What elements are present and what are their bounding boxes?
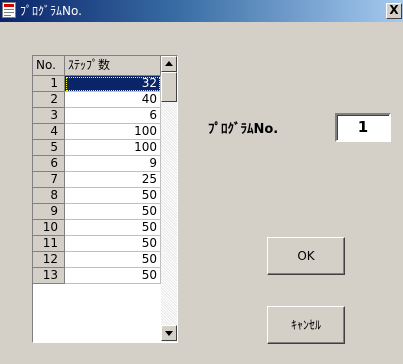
row-number-cell[interactable]: 5 — [33, 140, 65, 156]
step-count-cell[interactable]: 50 — [65, 252, 161, 268]
table-row[interactable]: 2 40 — [33, 92, 161, 108]
step-count-cell[interactable]: 6 — [65, 108, 161, 124]
table-row[interactable]: 5 100 — [33, 140, 161, 156]
table-row[interactable]: 1 32 — [33, 76, 161, 92]
table-row[interactable]: 12 50 — [33, 252, 161, 268]
grid-body: No. ｽﾃｯﾌﾟ数 1 32 2 40 3 6 4 100 5 100 6 9 7 25 8 50 9 50 10… — [33, 56, 161, 342]
column-header-no[interactable]: No. — [33, 56, 65, 76]
table-row[interactable]: 8 50 — [33, 188, 161, 204]
close-icon: X — [389, 3, 399, 17]
step-count-cell[interactable]: 50 — [65, 204, 161, 220]
step-count-cell[interactable]: 50 — [65, 220, 161, 236]
program-dialog: ﾌﾟﾛｸﾞﾗﾑNo. X No. ｽﾃｯﾌﾟ数 1 32 2 40 3 6 4 100 5 100… — [0, 0, 403, 364]
grid-header: No. ｽﾃｯﾌﾟ数 — [33, 56, 161, 76]
step-count-cell[interactable]: 50 — [65, 188, 161, 204]
table-row[interactable]: 4 100 — [33, 124, 161, 140]
ok-button[interactable]: OK — [267, 237, 345, 275]
grid-rows: 1 32 2 40 3 6 4 100 5 100 6 9 7 25 8 50 9 50 10 50 11 50 12 50 1… — [33, 76, 161, 284]
vertical-scrollbar[interactable] — [161, 56, 177, 342]
table-row[interactable]: 7 25 — [33, 172, 161, 188]
step-count-grid[interactable]: No. ｽﾃｯﾌﾟ数 1 32 2 40 3 6 4 100 5 100 6 9 7 25 8 50 9 50 10… — [32, 55, 178, 343]
column-header-steps[interactable]: ｽﾃｯﾌﾟ数 — [65, 56, 161, 76]
row-number-cell[interactable]: 2 — [33, 92, 65, 108]
step-count-cell[interactable]: 100 — [65, 124, 161, 140]
row-number-cell[interactable]: 8 — [33, 188, 65, 204]
table-row[interactable]: 11 50 — [33, 236, 161, 252]
row-number-cell[interactable]: 1 — [33, 76, 65, 92]
row-number-cell[interactable]: 4 — [33, 124, 65, 140]
scroll-thumb[interactable] — [161, 72, 177, 102]
table-row[interactable]: 9 50 — [33, 204, 161, 220]
row-number-cell[interactable]: 3 — [33, 108, 65, 124]
step-count-cell[interactable]: 25 — [65, 172, 161, 188]
step-count-cell[interactable]: 50 — [65, 236, 161, 252]
table-row[interactable]: 69 — [33, 156, 161, 172]
table-row[interactable]: 13 50 — [33, 268, 161, 284]
app-icon — [2, 2, 16, 18]
row-number-cell[interactable]: 11 — [33, 236, 65, 252]
table-row[interactable]: 10 50 — [33, 220, 161, 236]
row-number-cell[interactable]: 13 — [33, 268, 65, 284]
step-count-cell[interactable]: 32 — [65, 76, 161, 92]
row-number-cell[interactable]: 12 — [33, 252, 65, 268]
row-number-cell[interactable]: 9 — [33, 204, 65, 220]
close-button[interactable]: X — [386, 3, 402, 19]
window-title: ﾌﾟﾛｸﾞﾗﾑNo. — [20, 4, 82, 18]
step-count-cell[interactable]: 50 — [65, 268, 161, 284]
table-row[interactable]: 36 — [33, 108, 161, 124]
program-number-field[interactable]: 1 — [335, 113, 391, 142]
row-number-cell[interactable]: 6 — [33, 156, 65, 172]
step-count-cell[interactable]: 100 — [65, 140, 161, 156]
title-bar[interactable]: ﾌﾟﾛｸﾞﾗﾑNo. X — [0, 0, 403, 22]
row-number-cell[interactable]: 10 — [33, 220, 65, 236]
step-count-cell[interactable]: 9 — [65, 156, 161, 172]
scroll-down-button[interactable] — [161, 325, 177, 341]
step-count-cell[interactable]: 40 — [65, 92, 161, 108]
cancel-button[interactable]: ｷｬﾝｾﾙ — [267, 306, 345, 344]
scroll-up-button[interactable] — [161, 56, 177, 72]
program-number-label: ﾌﾟﾛｸﾞﾗﾑNo. — [208, 122, 279, 137]
row-number-cell[interactable]: 7 — [33, 172, 65, 188]
arrow-up-icon — [165, 61, 173, 66]
arrow-down-icon — [165, 331, 173, 336]
